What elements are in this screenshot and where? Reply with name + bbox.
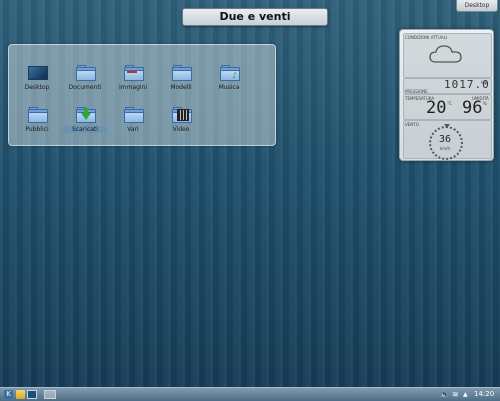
item-label: Documenti: [68, 84, 102, 91]
temperature-unit: °C: [447, 101, 452, 106]
folder-item-desktop[interactable]: Desktop: [15, 61, 59, 95]
temperature-value: 20: [426, 98, 447, 118]
item-label: Scaricati: [63, 126, 107, 133]
folder-view-widget: Desktop Documenti Immagini Modelli ♪ Mus…: [8, 44, 276, 146]
pictures-folder-icon: [124, 65, 144, 81]
humidity-unit: %: [483, 101, 487, 106]
volume-icon[interactable]: 🔈: [440, 389, 450, 400]
folder-item-scaricati[interactable]: Scaricati: [63, 103, 107, 137]
folder-item-vari[interactable]: Vari: [111, 103, 155, 137]
clock-title: Due e venti: [182, 8, 328, 26]
item-label: Musica: [218, 84, 240, 91]
desktop-toolbox-button[interactable]: Desktop: [456, 0, 498, 12]
item-label: Video: [172, 126, 190, 133]
kde-menu-icon[interactable]: K: [4, 390, 13, 399]
folder-item-video[interactable]: Video: [159, 103, 203, 137]
item-label: Immagini: [118, 84, 148, 91]
weather-widget: CONDIZIONI ATTUALI PRESSIONE 1017.0 hPa …: [399, 29, 494, 161]
humidity-value: 96: [462, 98, 483, 118]
item-label: Modelli: [170, 84, 192, 91]
folder-icon: [172, 65, 192, 81]
pager-icon[interactable]: [44, 390, 56, 399]
video-folder-icon: [172, 107, 192, 123]
desktop-icon: [28, 65, 48, 80]
folder-item-modelli[interactable]: Modelli: [159, 61, 203, 95]
wifi-icon[interactable]: ≋: [452, 389, 459, 400]
folder-icon: [124, 107, 144, 123]
item-label: Vari: [127, 126, 139, 133]
file-manager-icon[interactable]: [16, 390, 25, 399]
conditions-label: CONDIZIONI ATTUALI: [405, 35, 448, 40]
folder-item-immagini[interactable]: Immagini: [111, 61, 155, 95]
show-desktop-icon[interactable]: [27, 390, 37, 399]
wind-direction-icon: [444, 124, 450, 128]
folder-item-documenti[interactable]: Documenti: [63, 61, 107, 95]
pressure-unit: hPa: [481, 80, 489, 85]
item-label: Desktop: [24, 84, 50, 91]
download-folder-icon: [76, 107, 96, 123]
tray-arrow-icon[interactable]: ▲: [463, 389, 468, 400]
cloud-icon: [429, 45, 462, 63]
taskbar: K 🔈 ≋ ▲ 14:20: [0, 387, 500, 401]
clock[interactable]: 14:20: [474, 389, 494, 400]
folder-icon: [76, 65, 96, 81]
wind-unit: km/h: [439, 146, 451, 151]
item-label: Pubblici: [25, 126, 49, 133]
wind-value: 36: [438, 134, 452, 145]
folder-icon: [28, 107, 48, 123]
wind-label: VENTO: [405, 122, 419, 127]
folder-item-pubblici[interactable]: Pubblici: [15, 103, 59, 137]
folder-item-musica[interactable]: ♪ Musica: [207, 61, 251, 95]
music-folder-icon: ♪: [220, 65, 240, 81]
